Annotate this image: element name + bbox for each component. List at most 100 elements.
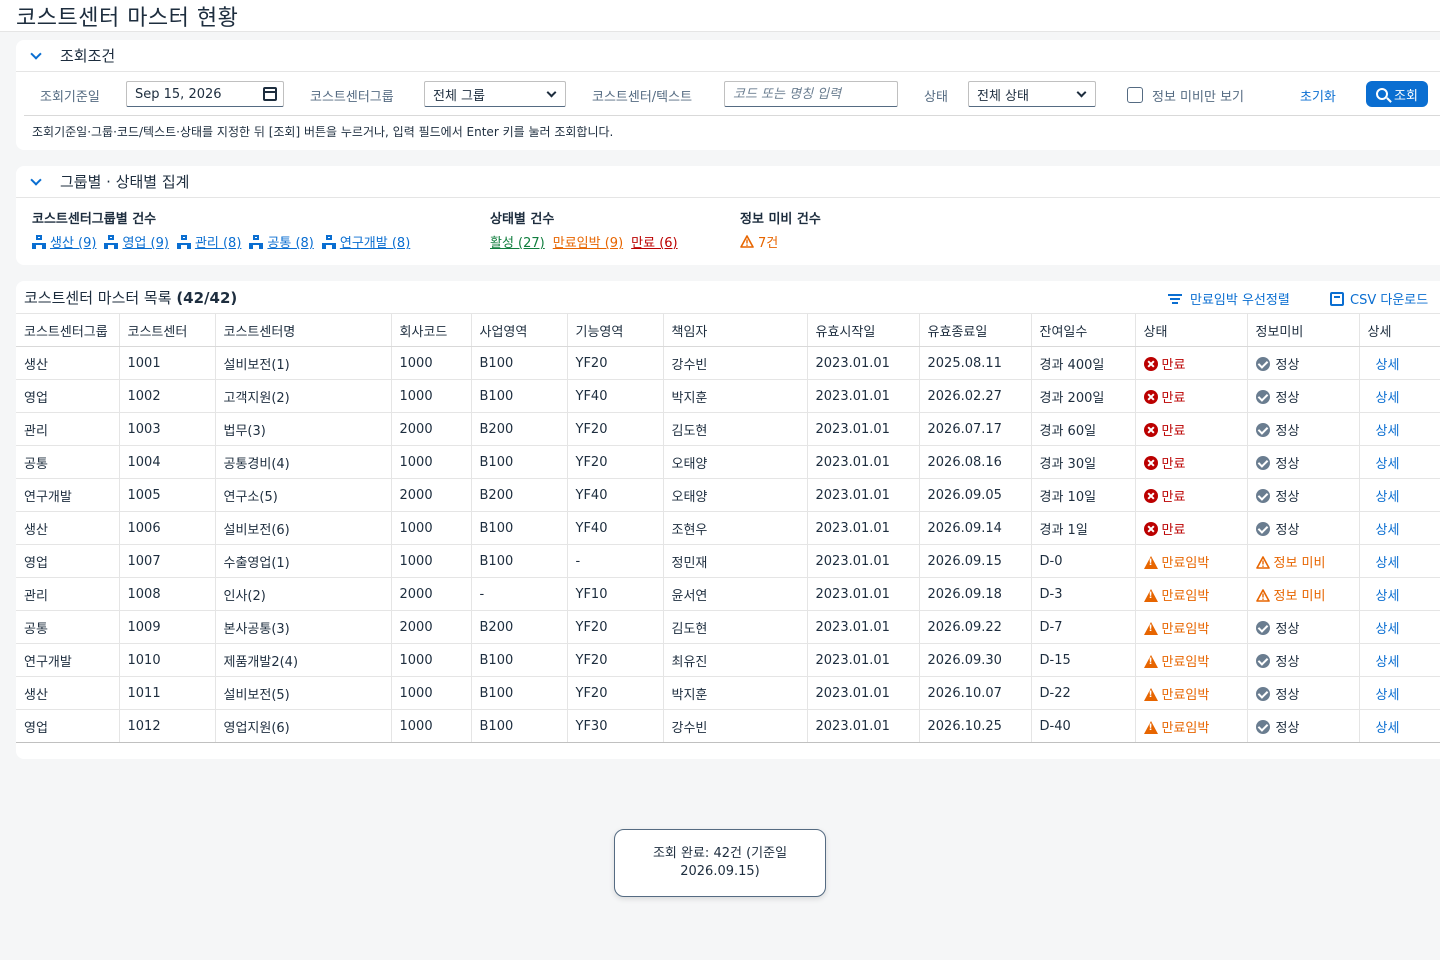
table-row[interactable]: 관리 1003 법무(3) 2000 B200 YF20 김도현 2023.01.01 2026… <box>16 412 1440 446</box>
sort-button[interactable]: 만료임박 우선정렬 <box>1168 289 1290 308</box>
cell-status: 만료임박 <box>1135 643 1248 677</box>
status-text: 만료 <box>1161 423 1186 439</box>
cell-name: 고객지원(2) <box>215 379 392 413</box>
missing-only-label[interactable]: 정보 미비만 보기 <box>1152 86 1244 105</box>
column-header-business-area[interactable]: 사업영역 <box>471 313 568 347</box>
column-header-valid-to[interactable]: 유효종료일 <box>919 313 1032 347</box>
detail-link[interactable]: 상세 <box>1368 424 1400 439</box>
cell-detail[interactable]: 상세 <box>1359 709 1440 743</box>
chevron-down-icon[interactable] <box>28 48 44 64</box>
cell-detail[interactable]: 상세 <box>1359 511 1440 545</box>
status-link-expired[interactable]: 만료 (6) <box>631 232 677 251</box>
column-header-company[interactable]: 회사코드 <box>391 313 472 347</box>
status-link-active[interactable]: 활성 (27) <box>490 232 545 251</box>
chevron-down-icon[interactable] <box>28 174 44 190</box>
status-select[interactable]: 전체 상태 <box>968 81 1096 107</box>
column-header-remaining-days[interactable]: 잔여일수 <box>1031 313 1136 347</box>
table-row[interactable]: 관리 1008 인사(2) 2000- YF10 윤서연 2023.01.01 2026.09… <box>16 577 1440 611</box>
error-icon <box>1143 455 1158 470</box>
column-header-info-missing[interactable]: 정보미비 <box>1247 313 1360 347</box>
column-header-detail[interactable]: 상세 <box>1359 313 1440 347</box>
detail-link[interactable]: 상세 <box>1368 457 1400 472</box>
cell-detail[interactable]: 상세 <box>1359 544 1440 578</box>
reset-button[interactable]: 초기화 <box>1300 86 1336 105</box>
column-header-code[interactable]: 코스트센터 <box>119 313 216 347</box>
chevron-down-icon[interactable] <box>546 87 557 98</box>
status-text: 만료 <box>1161 489 1186 505</box>
date-picker[interactable]: Sep 15, 2026 <box>126 81 284 107</box>
info-status-text: 정보 미비 <box>1273 588 1326 604</box>
table-row[interactable]: 생산 1006 설비보전(6) 1000 B100 YF40 조현우 2023.01.01 20… <box>16 511 1440 545</box>
table-row[interactable]: 영업 1012 영업지원(6) 1000 B100 YF30 강수빈 2023.01.01 20… <box>16 709 1440 743</box>
column-header-group[interactable]: 코스트센터그룹 <box>16 313 120 347</box>
table-row[interactable]: 영업 1007 수출영업(1) 1000 B100- 정민재 2023.01.01 2026.… <box>16 544 1440 578</box>
table-row[interactable]: 연구개발 1010 제품개발2(4) 1000 B100 YF20 최유진 2023.01.0… <box>16 643 1440 677</box>
status-text: 만료임박 <box>1161 687 1210 703</box>
group-link-rnd[interactable]: 연구개발 (8) <box>321 232 410 251</box>
warning-icon <box>1143 654 1158 668</box>
csv-download-button[interactable]: CSV 다운로드 <box>1330 289 1428 308</box>
missing-only-checkbox[interactable] <box>1127 87 1143 103</box>
detail-link[interactable]: 상세 <box>1368 556 1400 571</box>
info-status-text: 정상 <box>1275 489 1300 505</box>
detail-link[interactable]: 상세 <box>1368 391 1400 406</box>
table-row[interactable]: 생산 1001 설비보전(1) 1000 B100 YF20 강수빈 2023.01.01 20… <box>16 346 1440 380</box>
group-link-sales[interactable]: 영업 (9) <box>104 232 169 251</box>
table-row[interactable]: 영업 1002 고객지원(2) 1000 B100 YF40 박지훈 2023.01.01 20… <box>16 379 1440 413</box>
cell-function-area: YF30 <box>567 709 664 743</box>
detail-link[interactable]: 상세 <box>1368 688 1400 703</box>
table-row[interactable]: 공통 1004 공통경비(4) 1000 B100 YF20 오태양 2023.01.01 20… <box>16 445 1440 479</box>
cell-detail[interactable]: 상세 <box>1359 412 1440 446</box>
detail-link[interactable]: 상세 <box>1368 721 1400 736</box>
group-link-admin[interactable]: 관리 (8) <box>176 232 241 251</box>
status-link-warn[interactable]: 만료임박 (9) <box>553 232 623 251</box>
table-row[interactable]: 연구개발 1005 연구소(5) 2000 B200 YF40 오태양 2023.01.01 2… <box>16 478 1440 512</box>
column-header-valid-from[interactable]: 유효시작일 <box>807 313 920 347</box>
detail-link[interactable]: 상세 <box>1368 358 1400 373</box>
detail-link[interactable]: 상세 <box>1368 490 1400 505</box>
column-header-owner[interactable]: 책임자 <box>663 313 808 347</box>
cell-detail[interactable]: 상세 <box>1359 445 1440 479</box>
filter-panel-header[interactable]: 조회조건 <box>16 40 1440 72</box>
cell-valid-from: 2023.01.01 <box>807 577 920 611</box>
column-header-function-area[interactable]: 기능영역 <box>567 313 664 347</box>
detail-link[interactable]: 상세 <box>1368 523 1400 538</box>
detail-link[interactable]: 상세 <box>1368 655 1400 670</box>
table-row[interactable]: 생산 1011 설비보전(5) 1000 B100 YF20 박지훈 2023.01.01 20… <box>16 676 1440 710</box>
cell-company: 1000 <box>391 643 472 677</box>
cell-owner: 오태양 <box>663 445 808 479</box>
cell-info-missing: 정상 <box>1247 676 1360 710</box>
detail-link[interactable]: 상세 <box>1368 622 1400 637</box>
cell-detail[interactable]: 상세 <box>1359 643 1440 677</box>
cell-company: 2000 <box>391 412 472 446</box>
cell-valid-from: 2023.01.01 <box>807 379 920 413</box>
group-select[interactable]: 전체 그룹 <box>424 81 566 107</box>
search-button[interactable]: 조회 <box>1366 81 1428 107</box>
column-header-name[interactable]: 코스트센터명 <box>215 313 392 347</box>
calendar-icon[interactable] <box>263 87 277 101</box>
summary-panel-header[interactable]: 그룹별 · 상태별 집계 <box>16 166 1440 198</box>
cell-info-missing: 정상 <box>1247 346 1360 380</box>
cell-group: 연구개발 <box>16 478 120 512</box>
group-link-production[interactable]: 생산 (9) <box>32 232 96 251</box>
cell-business-area: B100 <box>471 379 568 413</box>
cell-detail[interactable]: 상세 <box>1359 346 1440 380</box>
cell-detail[interactable]: 상세 <box>1359 478 1440 512</box>
cell-info-missing: 정상 <box>1247 643 1360 677</box>
cell-detail[interactable]: 상세 <box>1359 577 1440 611</box>
detail-link[interactable]: 상세 <box>1368 589 1400 604</box>
cell-owner: 오태양 <box>663 478 808 512</box>
text-search-input[interactable] <box>733 86 889 102</box>
text-search-field[interactable] <box>724 81 898 107</box>
table-row[interactable]: 공통 1009 본사공통(3) 2000 B200 YF20 김도현 2023.01.01 20… <box>16 610 1440 644</box>
cell-detail[interactable]: 상세 <box>1359 676 1440 710</box>
group-link-common[interactable]: 공통 (8) <box>249 232 314 251</box>
cell-detail[interactable]: 상세 <box>1359 610 1440 644</box>
cell-business-area: B200 <box>471 610 568 644</box>
cell-remaining-days: 경과 60일 <box>1031 412 1136 446</box>
chevron-down-icon[interactable] <box>1076 87 1087 98</box>
column-header-status[interactable]: 상태 <box>1135 313 1248 347</box>
hierarchy-icon <box>32 234 46 249</box>
cell-detail[interactable]: 상세 <box>1359 379 1440 413</box>
sort-icon <box>1168 293 1182 304</box>
